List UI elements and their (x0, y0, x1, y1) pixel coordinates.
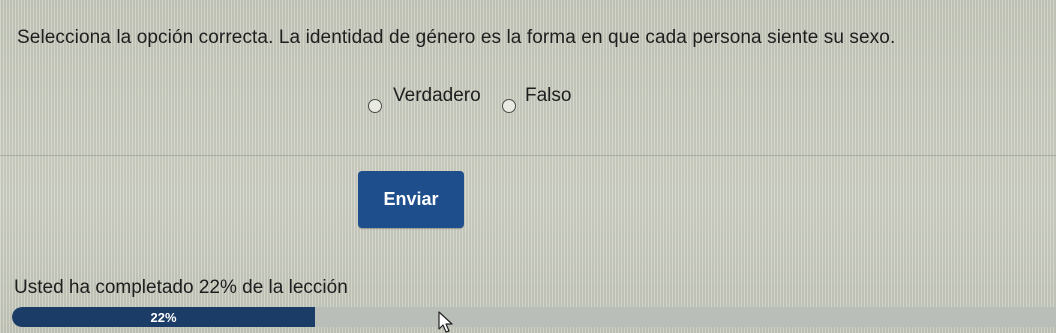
submit-button[interactable]: Enviar (358, 171, 464, 228)
question-text: Selecciona la opción correcta. La identi… (17, 27, 896, 48)
progress-percent-label: 22% (150, 310, 177, 325)
radio-true-icon[interactable] (368, 99, 382, 113)
option-true-label[interactable]: Verdadero (393, 85, 481, 107)
section-divider (0, 155, 1056, 156)
mouse-pointer-icon (438, 311, 453, 333)
radio-false-icon[interactable] (502, 99, 516, 113)
progress-text: Usted ha completado 22% de la lección (14, 277, 348, 298)
option-false-label[interactable]: Falso (525, 85, 571, 107)
progress-bar: 22% (12, 307, 1056, 327)
